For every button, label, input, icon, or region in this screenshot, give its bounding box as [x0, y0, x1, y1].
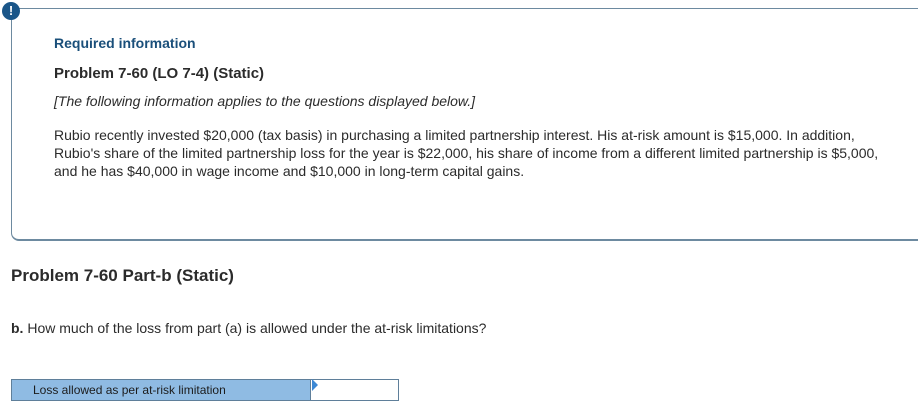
problem-title: Problem 7-60 (LO 7-4) (Static) — [54, 65, 265, 82]
answer-label: Loss allowed as per at-risk limitation — [11, 379, 311, 401]
info-note: [The following information applies to th… — [54, 93, 476, 109]
loss-allowed-input[interactable] — [311, 380, 398, 400]
question-prefix: b. — [11, 320, 24, 336]
required-info-heading: Required information — [54, 35, 196, 51]
input-flag-icon — [312, 379, 318, 391]
question-text: How much of the loss from part (a) is al… — [23, 320, 487, 336]
problem-description: Rubio recently invested $20,000 (tax bas… — [54, 127, 879, 179]
question: b. How much of the loss from part (a) is… — [11, 320, 486, 336]
part-title: Problem 7-60 Part-b (Static) — [11, 266, 234, 285]
answer-input-cell[interactable] — [311, 379, 399, 401]
answer-row: Loss allowed as per at-risk limitation — [11, 379, 399, 401]
alert-icon: ! — [2, 2, 20, 20]
